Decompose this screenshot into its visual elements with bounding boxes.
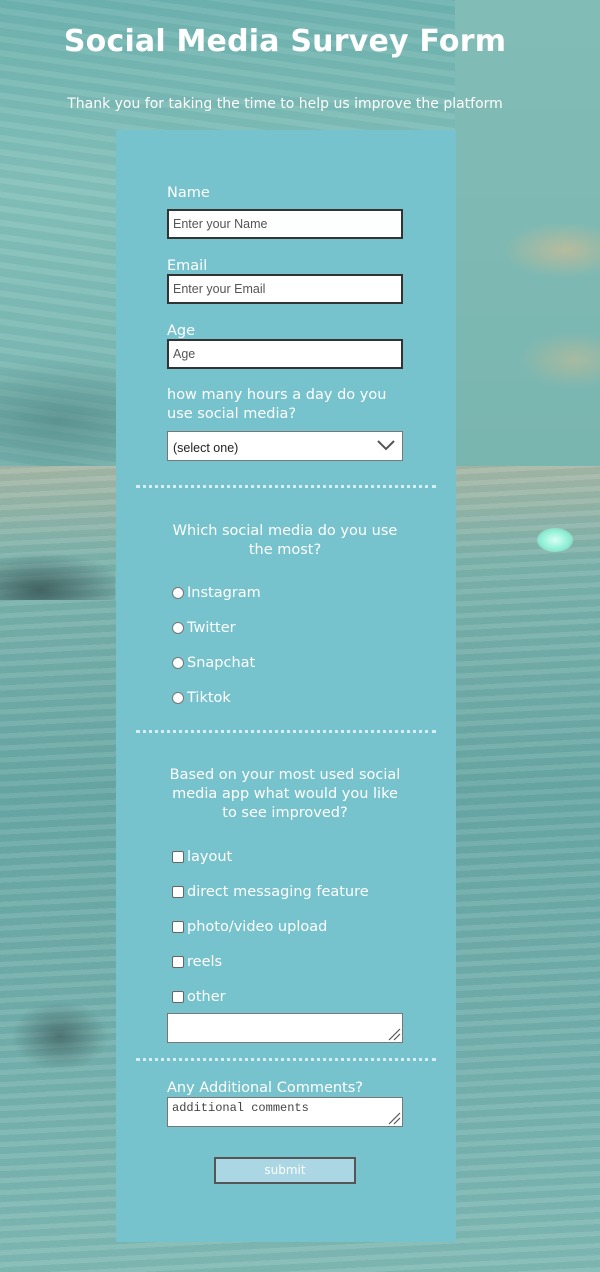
radio-label: Tiktok [187,690,231,706]
checkbox-option-photo-video-upload[interactable]: photo/video upload [172,918,327,936]
comments-textarea[interactable]: additional comments [167,1097,403,1127]
hours-label-line1: how many hours a day do you [167,387,387,403]
checkbox[interactable] [172,921,184,933]
name-input[interactable] [167,209,403,239]
section-divider [136,730,436,733]
checkbox-option-other[interactable]: other [172,988,226,1006]
radio-option-tiktok[interactable]: Tiktok [172,689,231,707]
checkbox-option-reels[interactable]: reels [172,953,222,971]
comments-label: Any Additional Comments? [167,1080,363,1096]
improve-question: Based on your most used social media app… [156,766,414,823]
radio-label: Instagram [187,585,261,601]
checkbox-label: reels [187,954,223,970]
improve-question-line2: media app what would you like [172,786,398,802]
hours-label: how many hours a day do you use social m… [167,386,407,424]
submit-button[interactable]: submit [214,1157,356,1184]
improve-question-line1: Based on your most used social [169,767,401,783]
hours-select[interactable]: (select one) [167,431,403,461]
comments-placeholder: additional comments [172,1101,309,1115]
radio-option-snapchat[interactable]: Snapchat [172,654,255,672]
background-sun [537,528,573,552]
checkbox-label: direct messaging feature [187,884,369,900]
section-divider [136,1058,436,1061]
improve-question-line3: to see improved? [222,805,348,821]
hours-select-value: (select one) [173,441,239,455]
radio-button[interactable] [172,657,184,669]
radio-button[interactable] [172,692,184,704]
page-title: Social Media Survey Form [63,24,507,59]
checkbox[interactable] [172,886,184,898]
resize-grip-icon[interactable] [387,1027,401,1041]
resize-grip-icon[interactable] [387,1111,401,1125]
page-subtitle: Thank you for taking the time to help us… [67,96,503,112]
checkbox-option-direct-messaging[interactable]: direct messaging feature [172,883,369,901]
checkbox-label: layout [187,849,233,865]
radio-option-instagram[interactable]: Instagram [172,584,261,602]
radio-label: Snapchat [187,655,256,671]
checkbox-option-layout[interactable]: layout [172,848,232,866]
age-input[interactable] [167,339,403,369]
radio-button[interactable] [172,622,184,634]
checkbox-label: photo/video upload [187,919,328,935]
background-top-right-panel [455,0,600,466]
hours-label-line2: use social media? [167,406,297,422]
most-used-question-line2: the most? [248,542,322,558]
email-input[interactable] [167,274,403,304]
survey-form: Name Email Age how many hours a day do y… [116,130,456,1242]
checkbox[interactable] [172,956,184,968]
name-label: Name [167,185,210,201]
most-used-question: Which social media do you use the most? [156,522,414,560]
section-divider [136,485,436,488]
checkbox[interactable] [172,991,184,1003]
radio-button[interactable] [172,587,184,599]
other-textarea[interactable] [167,1013,403,1043]
checkbox[interactable] [172,851,184,863]
radio-option-twitter[interactable]: Twitter [172,619,236,637]
radio-label: Twitter [187,620,236,636]
chevron-down-icon [377,440,395,451]
checkbox-label: other [187,989,226,1005]
most-used-question-line1: Which social media do you use [172,523,398,539]
background-rocks [0,530,115,600]
